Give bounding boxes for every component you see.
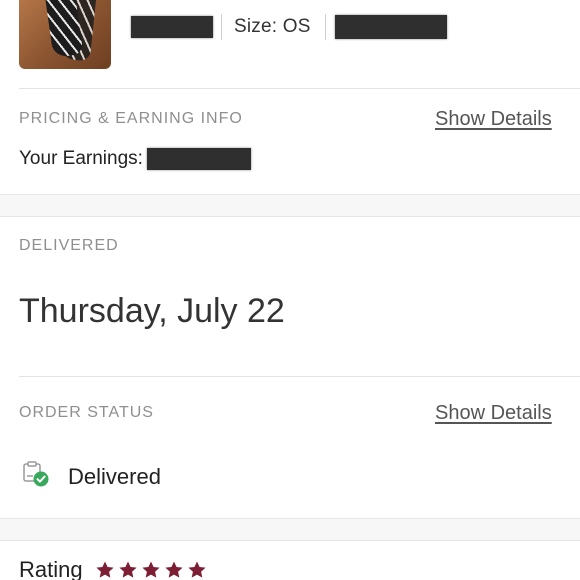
rating-label: Rating xyxy=(19,557,83,580)
pricing-section-label: PRICING & EARNING INFO xyxy=(19,110,243,127)
size-label: Size: OS xyxy=(234,16,311,37)
delivered-check-icon xyxy=(22,460,50,493)
section-separator xyxy=(0,194,580,217)
redacted-price xyxy=(334,15,447,39)
star-icon[interactable] xyxy=(141,560,161,580)
section-separator xyxy=(0,518,580,541)
order-status-section-label: ORDER STATUS xyxy=(19,404,154,421)
order-status-text: Delivered xyxy=(68,463,161,489)
order-details-page: Size: OS PRICING & EARNING INFO Show Det… xyxy=(0,0,580,580)
product-thumbnail[interactable] xyxy=(19,0,111,69)
earnings-label: Your Earnings: xyxy=(19,148,143,169)
star-icon[interactable] xyxy=(187,560,207,580)
star-icon[interactable] xyxy=(164,560,184,580)
pricing-show-details-link[interactable]: Show Details xyxy=(435,108,552,131)
divider xyxy=(19,88,580,89)
order-status-show-details-link[interactable]: Show Details xyxy=(435,402,552,425)
delivered-section-label: DELIVERED xyxy=(19,237,119,254)
earnings-row: Your Earnings: xyxy=(19,148,251,170)
star-icon[interactable] xyxy=(95,560,115,580)
redacted-brand xyxy=(131,16,213,38)
star-icon[interactable] xyxy=(118,560,138,580)
meta-separator xyxy=(324,14,326,40)
meta-separator xyxy=(221,14,222,40)
divider xyxy=(19,376,580,377)
rating-stars[interactable] xyxy=(95,560,210,580)
delivery-date: Thursday, July 22 xyxy=(19,292,285,330)
product-meta: Size: OS xyxy=(131,13,447,41)
order-status-row: Delivered xyxy=(22,460,161,493)
redacted-earnings xyxy=(146,148,251,170)
product-summary: Size: OS xyxy=(0,0,580,88)
rating-row: Rating xyxy=(19,557,210,580)
